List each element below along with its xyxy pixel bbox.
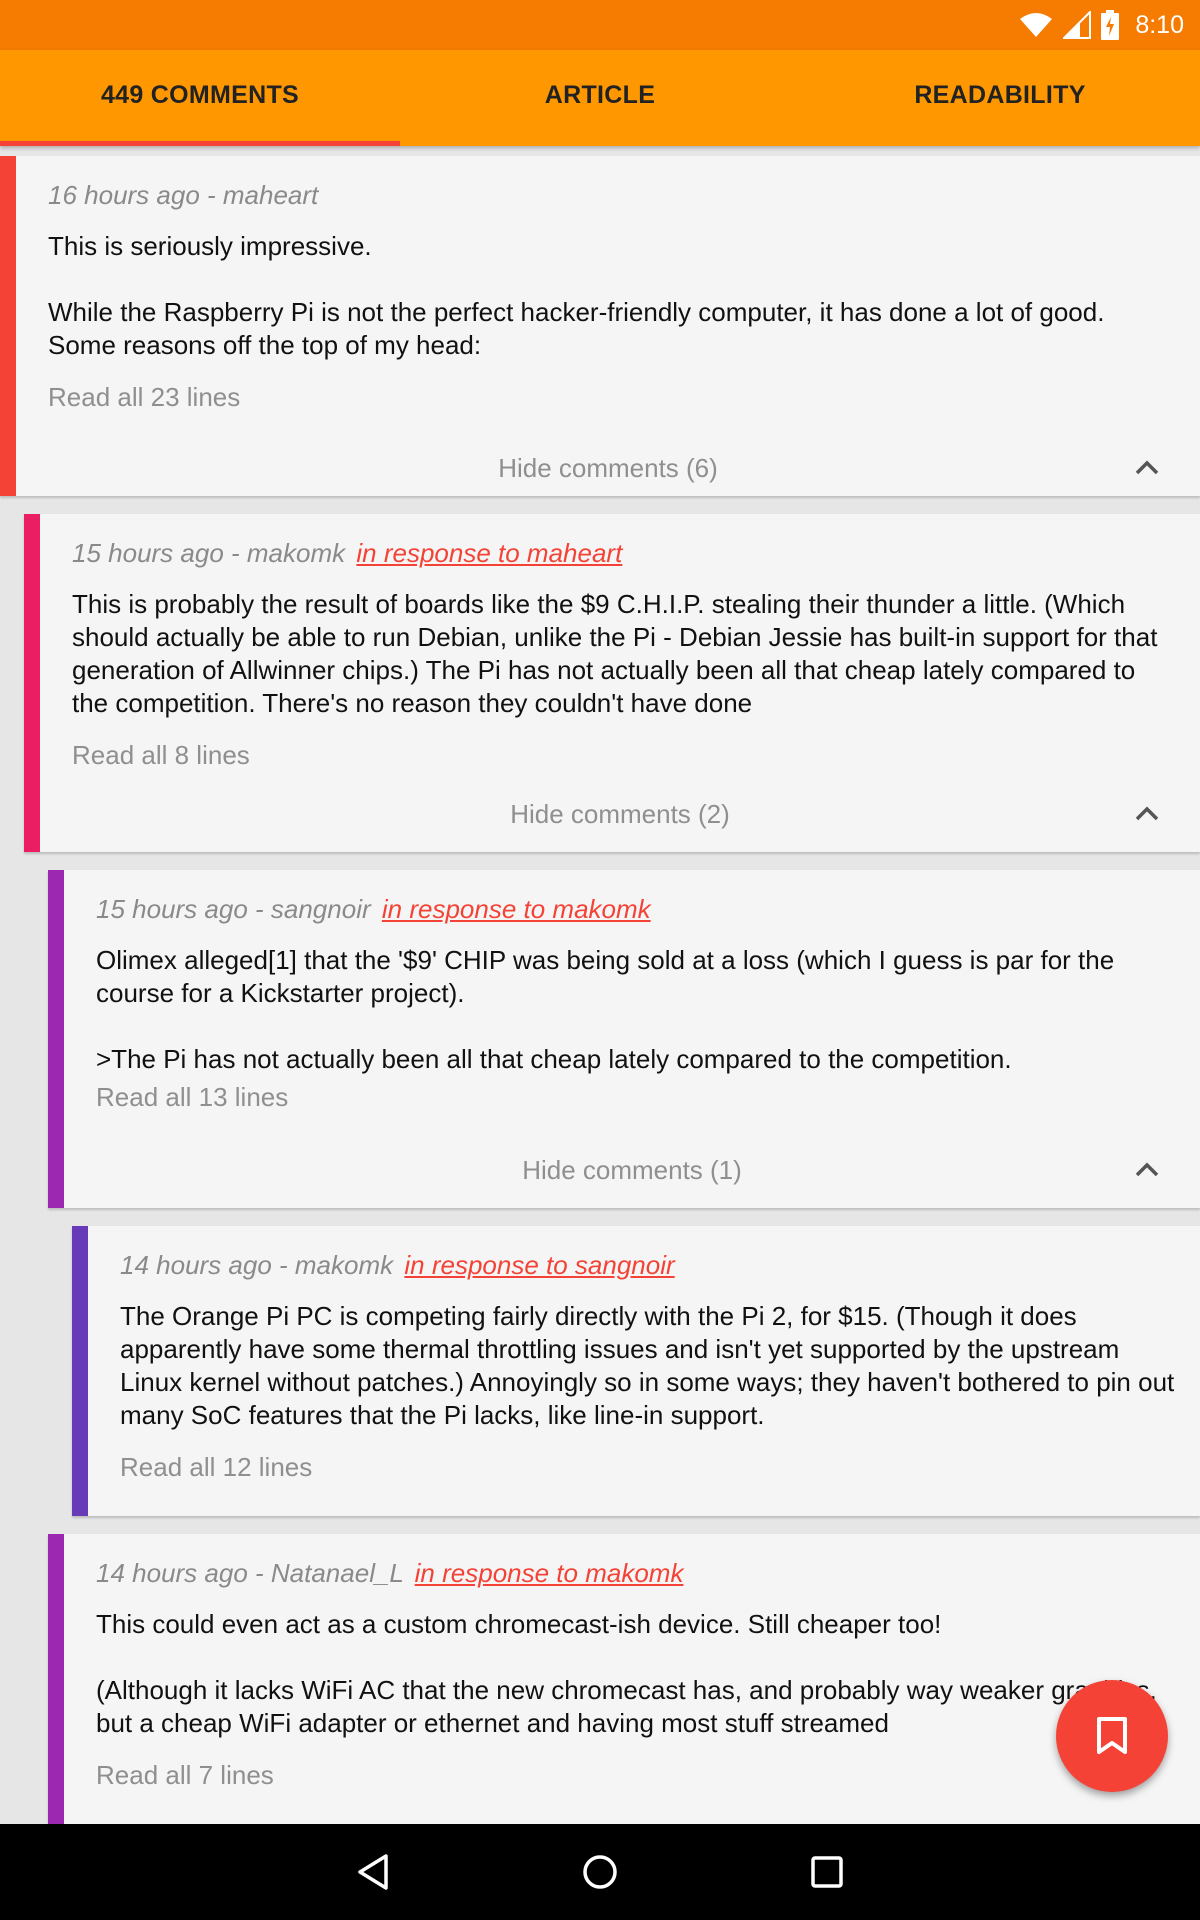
battery-charging-icon [1101,10,1120,40]
hide-comments-button[interactable]: Hide comments (6) [16,440,1200,496]
hide-comments-label: Hide comments (1) [522,1154,742,1185]
thread-depth-bar [48,1534,64,1824]
home-icon[interactable] [581,1853,619,1891]
comment-paragraph: While the Raspberry Pi is not the perfec… [48,297,1105,360]
in-response-link[interactable]: in response to makomk [415,1558,684,1588]
signal-icon [1063,11,1092,39]
thread-depth-bar [72,1226,88,1516]
comment-author-time: 15 hours ago - sangnoir [96,894,371,924]
comment-paragraph: This is probably the result of boards li… [72,589,1158,718]
hide-comments-label: Hide comments (2) [510,798,730,829]
bookmark-icon [1097,1717,1127,1754]
comment-card: 15 hours ago - makomk in response to mah… [24,514,1200,852]
comment-body: 15 hours ago - sangnoir in response to m… [96,870,1176,1114]
clock: 8:10 [1135,10,1184,39]
comment-meta: 14 hours ago - Natanael_L in response to… [96,1556,1176,1590]
comment-author-time: 16 hours ago - maheart [48,180,319,210]
back-icon[interactable] [356,1853,390,1891]
status-bar: 8:10 [0,0,1200,50]
comment-card: 14 hours ago - makomk in response to san… [72,1226,1200,1516]
tab-comments[interactable]: 449 COMMENTS [0,50,400,146]
navigation-bar [0,1824,1200,1920]
comment-paragraph: The Orange Pi PC is competing fairly dir… [120,1301,1175,1430]
comment-card: 15 hours ago - sangnoir in response to m… [48,870,1200,1208]
comment-paragraph: This could even act as a custom chromeca… [96,1609,942,1639]
thread-depth-bar [48,870,64,1208]
thread-depth-bar [0,156,16,496]
comment-author-time: 15 hours ago - makomk [72,538,346,568]
comment-paragraph: Olimex alleged[1] that the '$9' CHIP was… [96,945,1115,1008]
comment-author-time: 14 hours ago - Natanael_L [96,1558,404,1588]
in-response-link[interactable]: in response to makomk [382,894,651,924]
comment-text: This is probably the result of boards li… [72,588,1176,720]
chevron-up-icon [1135,460,1159,475]
comment-meta: 15 hours ago - makomk in response to mah… [72,536,1176,570]
tab-readability[interactable]: READABILITY [800,50,1200,146]
comment-meta: 14 hours ago - makomk in response to san… [120,1248,1176,1282]
read-all-link[interactable]: Read all 23 lines [48,380,1176,414]
comment-meta: 16 hours ago - maheart [48,178,1176,212]
comment-paragraph: >The Pi has not actually been all that c… [96,1044,1012,1074]
comment-body: 15 hours ago - makomk in response to mah… [72,514,1176,772]
comment-card: 14 hours ago - Natanael_L in response to… [48,1534,1200,1824]
in-response-link[interactable]: in response to sangnoir [404,1250,674,1280]
read-all-link[interactable]: Read all 13 lines [96,1080,1176,1114]
read-all-link[interactable]: Read all 12 lines [120,1450,1176,1484]
comment-paragraph: This is seriously impressive. [48,231,372,261]
comment-text: This is seriously impressive. While the … [48,230,1176,362]
comment-meta: 15 hours ago - sangnoir in response to m… [96,892,1176,926]
thread-depth-bar [24,514,40,852]
chevron-up-icon [1135,1162,1159,1177]
comment-card: 16 hours ago - maheart This is seriously… [0,156,1200,496]
comment-list[interactable]: 16 hours ago - maheart This is seriously… [0,146,1200,1824]
wifi-icon [1020,13,1053,37]
comment-text: Olimex alleged[1] that the '$9' CHIP was… [96,944,1176,1076]
comment-text: This could even act as a custom chromeca… [96,1608,1176,1740]
comment-body: 14 hours ago - Natanael_L in response to… [96,1534,1176,1792]
recents-icon[interactable] [810,1855,844,1889]
chevron-up-icon [1135,806,1159,821]
tab-article[interactable]: ARTICLE [400,50,800,146]
comment-body: 16 hours ago - maheart This is seriously… [48,156,1176,414]
comment-text: The Orange Pi PC is competing fairly dir… [120,1300,1176,1432]
hide-comments-button[interactable]: Hide comments (1) [64,1142,1200,1198]
read-all-link[interactable]: Read all 8 lines [72,738,1176,772]
hide-comments-label: Hide comments (6) [498,452,718,483]
comment-paragraph: (Although it lacks WiFi AC that the new … [96,1675,1157,1738]
tab-bar: 449 COMMENTS ARTICLE READABILITY [0,50,1200,146]
hide-comments-button[interactable]: Hide comments (2) [40,786,1200,842]
comment-author-time: 14 hours ago - makomk [120,1250,394,1280]
bookmark-fab[interactable] [1056,1680,1168,1792]
read-all-link[interactable]: Read all 7 lines [96,1758,1176,1792]
comment-body: 14 hours ago - makomk in response to san… [120,1226,1176,1484]
in-response-link[interactable]: in response to maheart [356,538,622,568]
